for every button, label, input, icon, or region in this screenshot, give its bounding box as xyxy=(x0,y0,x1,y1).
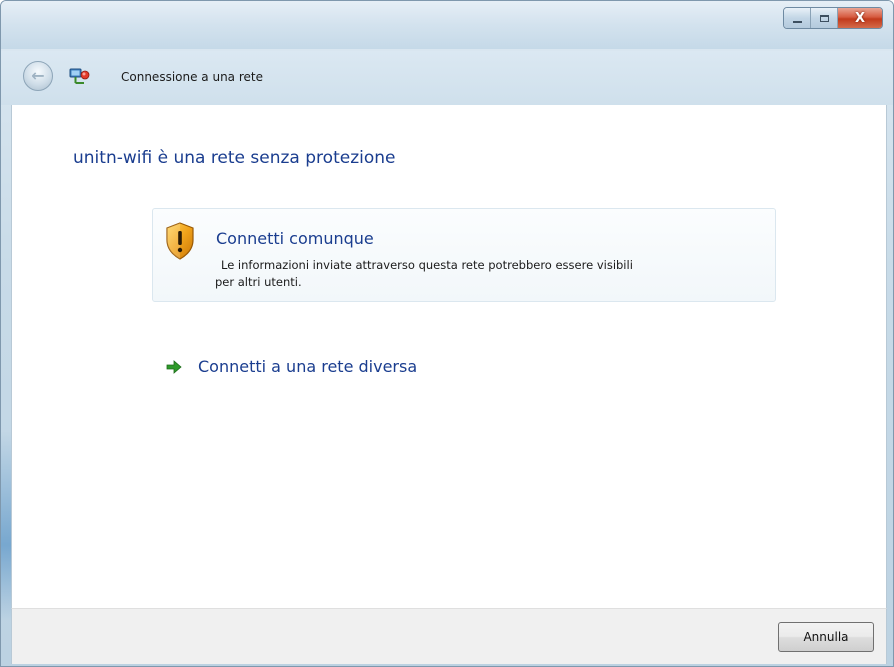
caption-buttons: X xyxy=(783,7,883,29)
navigation-bar: ← Connessione a una rete xyxy=(1,51,893,105)
option-description-line1: Le informazioni inviate attraverso quest… xyxy=(221,258,633,272)
content-panel: unitn-wifi è una rete senza protezione C… xyxy=(11,105,887,608)
option-description-line2: per altri utenti. xyxy=(215,275,302,289)
title-bar: X xyxy=(1,1,893,49)
connect-other-network-link[interactable]: Connetti a una rete diversa xyxy=(166,357,417,376)
close-button[interactable]: X xyxy=(838,8,882,28)
frame-glow xyxy=(1,431,11,621)
dialog-window: X ← Connessione a una rete unitn-wifi è … xyxy=(0,0,894,667)
back-arrow-icon: ← xyxy=(31,66,45,85)
page-heading: unitn-wifi è una rete senza protezione xyxy=(73,148,396,168)
connect-anyway-option[interactable]: Connetti comunque Le informazioni inviat… xyxy=(152,208,776,302)
warning-shield-icon xyxy=(166,222,194,260)
window-title: Connessione a una rete xyxy=(121,70,263,84)
maximize-button[interactable] xyxy=(811,8,838,28)
back-button[interactable]: ← xyxy=(23,61,53,91)
option-title: Connetti comunque xyxy=(216,229,374,248)
cancel-button[interactable]: Annulla xyxy=(778,622,874,652)
close-icon: X xyxy=(854,10,866,26)
green-arrow-icon xyxy=(166,359,182,374)
option-description: Le informazioni inviate attraverso quest… xyxy=(215,257,755,291)
network-icon xyxy=(69,68,90,84)
minimize-icon xyxy=(792,20,802,23)
maximize-icon xyxy=(819,14,829,22)
alt-link-label: Connetti a una rete diversa xyxy=(198,357,418,376)
footer-bar: Annulla xyxy=(11,608,887,664)
minimize-button[interactable] xyxy=(784,8,811,28)
